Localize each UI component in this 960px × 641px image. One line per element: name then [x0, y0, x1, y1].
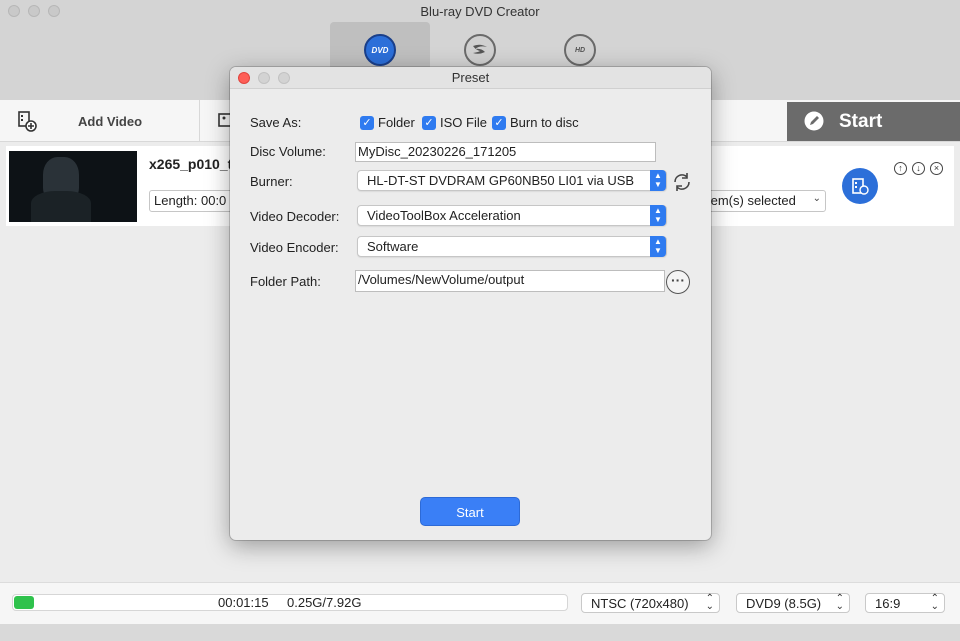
burner-label: Burner:	[250, 174, 293, 189]
subtitle-select[interactable]: tem(s) selected ⌄	[706, 190, 826, 212]
updown-arrows-icon: ⌃ ⌄	[835, 593, 844, 612]
bluray-disc-icon	[464, 34, 496, 66]
bottom-strip	[0, 624, 960, 641]
updown-arrows-icon: ▲ ▼	[650, 170, 666, 191]
format-value: NTSC (720x480)	[591, 596, 689, 611]
dialog-close-button[interactable]	[238, 72, 250, 84]
add-video-label: Add Video	[78, 113, 143, 129]
aspect-select[interactable]: 16:9 ⌃ ⌄	[865, 593, 945, 613]
add-video-icon	[16, 110, 38, 132]
move-up-icon[interactable]: ↑	[894, 162, 907, 175]
iso-option-label: ISO File	[440, 115, 487, 130]
move-down-icon[interactable]: ↓	[912, 162, 925, 175]
checkmark-icon: ✓	[492, 115, 506, 130]
length-field[interactable]: Length: 00:0	[149, 190, 239, 212]
video-decoder-select[interactable]: VideoToolBox Acceleration ▲ ▼	[357, 205, 667, 226]
disc-type-value: DVD9 (8.5G)	[746, 596, 822, 611]
dvd-disc-icon: DVD	[364, 34, 396, 66]
video-decoder-label: Video Decoder:	[250, 209, 340, 224]
updown-arrows-icon: ⌃ ⌄	[705, 593, 714, 612]
aspect-value: 16:9	[875, 596, 901, 611]
video-encoder-label: Video Encoder:	[250, 240, 339, 255]
dialog-zoom-button[interactable]	[278, 72, 290, 84]
progress-time: 00:01:15	[218, 595, 269, 610]
more-options-icon[interactable]: ···	[666, 270, 690, 294]
dialog-minimize-button[interactable]	[258, 72, 270, 84]
format-select[interactable]: NTSC (720x480) ⌃ ⌄	[581, 593, 720, 613]
chevron-down-icon: ⌄	[812, 193, 821, 204]
folder-path-field[interactable]: /Volumes/NewVolume/output	[355, 270, 665, 292]
status-bar: 00:01:15 0.25G/7.92G NTSC (720x480) ⌃ ⌄ D…	[0, 582, 960, 624]
add-video-button[interactable]: Add Video	[0, 100, 200, 142]
burn-option-label: Burn to disc	[510, 115, 579, 130]
disc-size-text: 0.25G/7.92G	[287, 595, 362, 610]
disc-volume-label: Disc Volume:	[250, 144, 326, 159]
app-title: Blu-ray DVD Creator	[420, 4, 540, 19]
uhd-disc-icon: HD	[564, 34, 596, 66]
edit-pencil-icon	[804, 111, 824, 131]
start-label: Start	[839, 110, 883, 132]
dialog-titlebar: Preset	[230, 67, 711, 89]
video-encoder-value: Software	[367, 239, 419, 254]
burner-value: HL-DT-ST DVDRAM GP60NB50 LI01 via USB	[367, 173, 635, 188]
dialog-title: Preset	[451, 70, 490, 85]
checkmark-icon: ✓	[422, 115, 436, 130]
checkmark-icon: ✓	[360, 115, 374, 130]
refresh-icon[interactable]	[671, 171, 693, 193]
start-button[interactable]: Start	[787, 102, 960, 141]
updown-arrows-icon: ⌃ ⌄	[930, 593, 939, 612]
burn-to-disc-checkbox[interactable]: ✓ Burn to disc	[492, 115, 579, 130]
iso-file-checkbox[interactable]: ✓ ISO File	[422, 115, 487, 130]
video-decoder-value: VideoToolBox Acceleration	[367, 208, 521, 223]
burner-select[interactable]: HL-DT-ST DVDRAM GP60NB50 LI01 via USB ▲ ▼	[357, 170, 667, 191]
folder-checkbox[interactable]: ✓ Folder	[360, 115, 415, 130]
preset-dialog: Preset Save As: ✓ Folder ✓ ISO File ✓ Bu…	[230, 67, 711, 540]
subtitle-select-value: tem(s) selected	[707, 193, 796, 208]
updown-arrows-icon: ▲ ▼	[650, 236, 666, 257]
disc-type-select[interactable]: DVD9 (8.5G) ⌃ ⌄	[736, 593, 850, 613]
video-title: x265_p010_t	[149, 156, 233, 172]
progress-fill	[14, 596, 34, 609]
folder-path-label: Folder Path:	[250, 274, 321, 289]
edit-video-button[interactable]	[842, 168, 878, 204]
remove-icon[interactable]: ×	[930, 162, 943, 175]
folder-option-label: Folder	[378, 115, 415, 130]
disc-volume-field[interactable]: MyDisc_20230226_171205	[355, 142, 656, 162]
dialog-start-button[interactable]: Start	[420, 497, 520, 526]
updown-arrows-icon: ▲ ▼	[650, 205, 666, 226]
film-edit-icon	[852, 178, 869, 195]
save-as-label: Save As:	[250, 115, 302, 130]
video-thumbnail	[9, 151, 137, 222]
video-encoder-select[interactable]: Software ▲ ▼	[357, 236, 667, 257]
